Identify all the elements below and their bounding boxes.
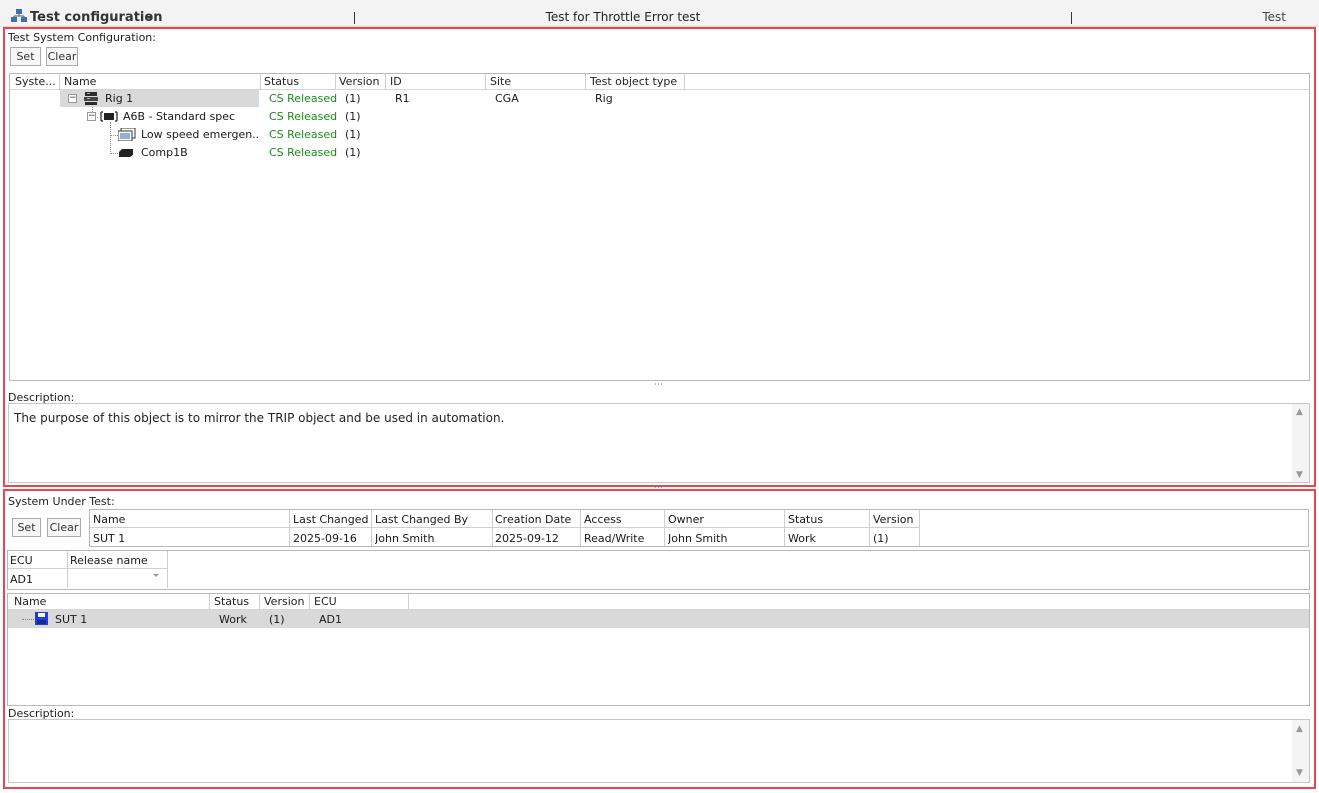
col-header-version[interactable]: Version	[873, 513, 913, 526]
col-header-name[interactable]: Name	[10, 594, 208, 610]
tree-row-name: A6B - Standard spec	[123, 110, 236, 123]
col-header-status[interactable]: Status	[788, 513, 823, 526]
col-header-test-object-type[interactable]: Test object type	[586, 74, 684, 90]
col-header-version[interactable]: Version	[335, 74, 385, 90]
tree-row-type: Rig	[595, 92, 613, 105]
ecu-icon	[100, 110, 118, 123]
sut-list-version: (1)	[269, 613, 285, 626]
sut-name-value: SUT 1	[93, 532, 126, 545]
sut-last-changed-by-value: John Smith	[375, 532, 435, 545]
tree-row-version: (1)	[345, 146, 361, 159]
col-header-access[interactable]: Access	[584, 513, 622, 526]
col-header-version[interactable]: Version	[260, 594, 308, 610]
tree-row-site: CGA	[495, 92, 519, 105]
tree-row-name: Low speed emergen...	[141, 128, 259, 141]
scroll-up-icon[interactable]: ▲	[1296, 407, 1303, 417]
test-configuration-menu[interactable]: Test configuration	[30, 10, 163, 25]
sut-clear-button[interactable]: Clear	[47, 518, 81, 537]
tree-row-status: CS Released	[269, 146, 338, 159]
header-divider	[1071, 12, 1072, 24]
ecu-grid	[7, 550, 1310, 590]
sut-owner-value: John Smith	[668, 532, 728, 545]
chevron-down-icon[interactable]	[146, 16, 152, 19]
col-header-site[interactable]: Site	[486, 74, 585, 90]
col-header-name[interactable]: Name	[60, 74, 260, 90]
sut-list-ecu: AD1	[319, 613, 342, 626]
col-header-release-name[interactable]: Release name	[70, 554, 148, 567]
col-header-id[interactable]: ID	[386, 74, 485, 90]
splitter-handle[interactable]: ⋯	[654, 380, 663, 390]
col-header-system[interactable]: Syste...	[11, 74, 59, 90]
col-header-creation-date[interactable]: Creation Date	[495, 513, 571, 526]
table-row[interactable]	[8, 610, 1309, 628]
scroll-down-icon[interactable]: ▼	[1296, 470, 1303, 480]
col-header-ecu[interactable]: ECU	[310, 594, 408, 610]
sut-last-changed-value: 2025-09-16	[293, 532, 357, 545]
tree-row-version: (1)	[345, 110, 361, 123]
col-header-ecu[interactable]: ECU	[10, 554, 33, 567]
test-name: Test for Throttle Error test	[545, 10, 701, 24]
sut-description-field[interactable]	[8, 719, 1310, 783]
scroll-down-icon[interactable]: ▼	[1296, 768, 1303, 778]
tree-row-name: Rig 1	[105, 92, 134, 105]
tree-row-version: (1)	[345, 128, 361, 141]
sut-icon	[35, 612, 48, 625]
scroll-up-icon[interactable]: ▲	[1296, 724, 1303, 734]
release-name-dropdown[interactable]	[68, 570, 167, 588]
col-header-last-changed[interactable]: Last Changed	[293, 513, 369, 526]
sut-access-value: Read/Write	[584, 532, 645, 545]
sut-version-value: (1)	[873, 532, 889, 545]
collapse-icon[interactable]: −	[68, 94, 77, 103]
sut-set-button[interactable]: Set	[12, 518, 41, 537]
col-header-owner[interactable]: Owner	[668, 513, 704, 526]
ecu-value: AD1	[10, 573, 33, 586]
sut-list-status: Work	[219, 613, 247, 626]
tree-row-name: Comp1B	[141, 146, 188, 159]
tree-row-version: (1)	[345, 92, 361, 105]
test-configuration-icon	[11, 9, 27, 23]
tree-row-status: CS Released	[269, 110, 338, 123]
sut-label: System Under Test:	[8, 495, 115, 508]
header-right-label: Test	[1262, 10, 1286, 24]
collapse-icon[interactable]: −	[87, 112, 96, 121]
tree-row-id: R1	[395, 92, 410, 105]
chevron-down-icon[interactable]	[153, 574, 159, 577]
col-header-name[interactable]: Name	[93, 513, 125, 526]
tsc-clear-button[interactable]: Clear	[46, 47, 78, 66]
sut-creation-date-value: 2025-09-12	[495, 532, 559, 545]
rig-icon	[83, 91, 99, 106]
header-divider	[354, 12, 355, 24]
list-icon	[117, 127, 136, 142]
tsc-description-text: The purpose of this object is to mirror …	[14, 411, 505, 425]
table-row[interactable]	[60, 144, 1308, 161]
sut-list-name: SUT 1	[55, 613, 88, 626]
col-header-status[interactable]: Status	[210, 594, 258, 610]
sut-status-value: Work	[788, 532, 816, 545]
tsc-label: Test System Configuration:	[8, 31, 156, 44]
col-header-status[interactable]: Status	[260, 74, 335, 90]
component-icon	[118, 148, 134, 158]
table-row[interactable]	[60, 108, 1308, 125]
tree-row-status: CS Released	[269, 128, 338, 141]
tsc-set-button[interactable]: Set	[10, 47, 41, 66]
tree-row-status: CS Released	[269, 92, 338, 105]
col-header-last-changed-by[interactable]: Last Changed By	[375, 513, 468, 526]
